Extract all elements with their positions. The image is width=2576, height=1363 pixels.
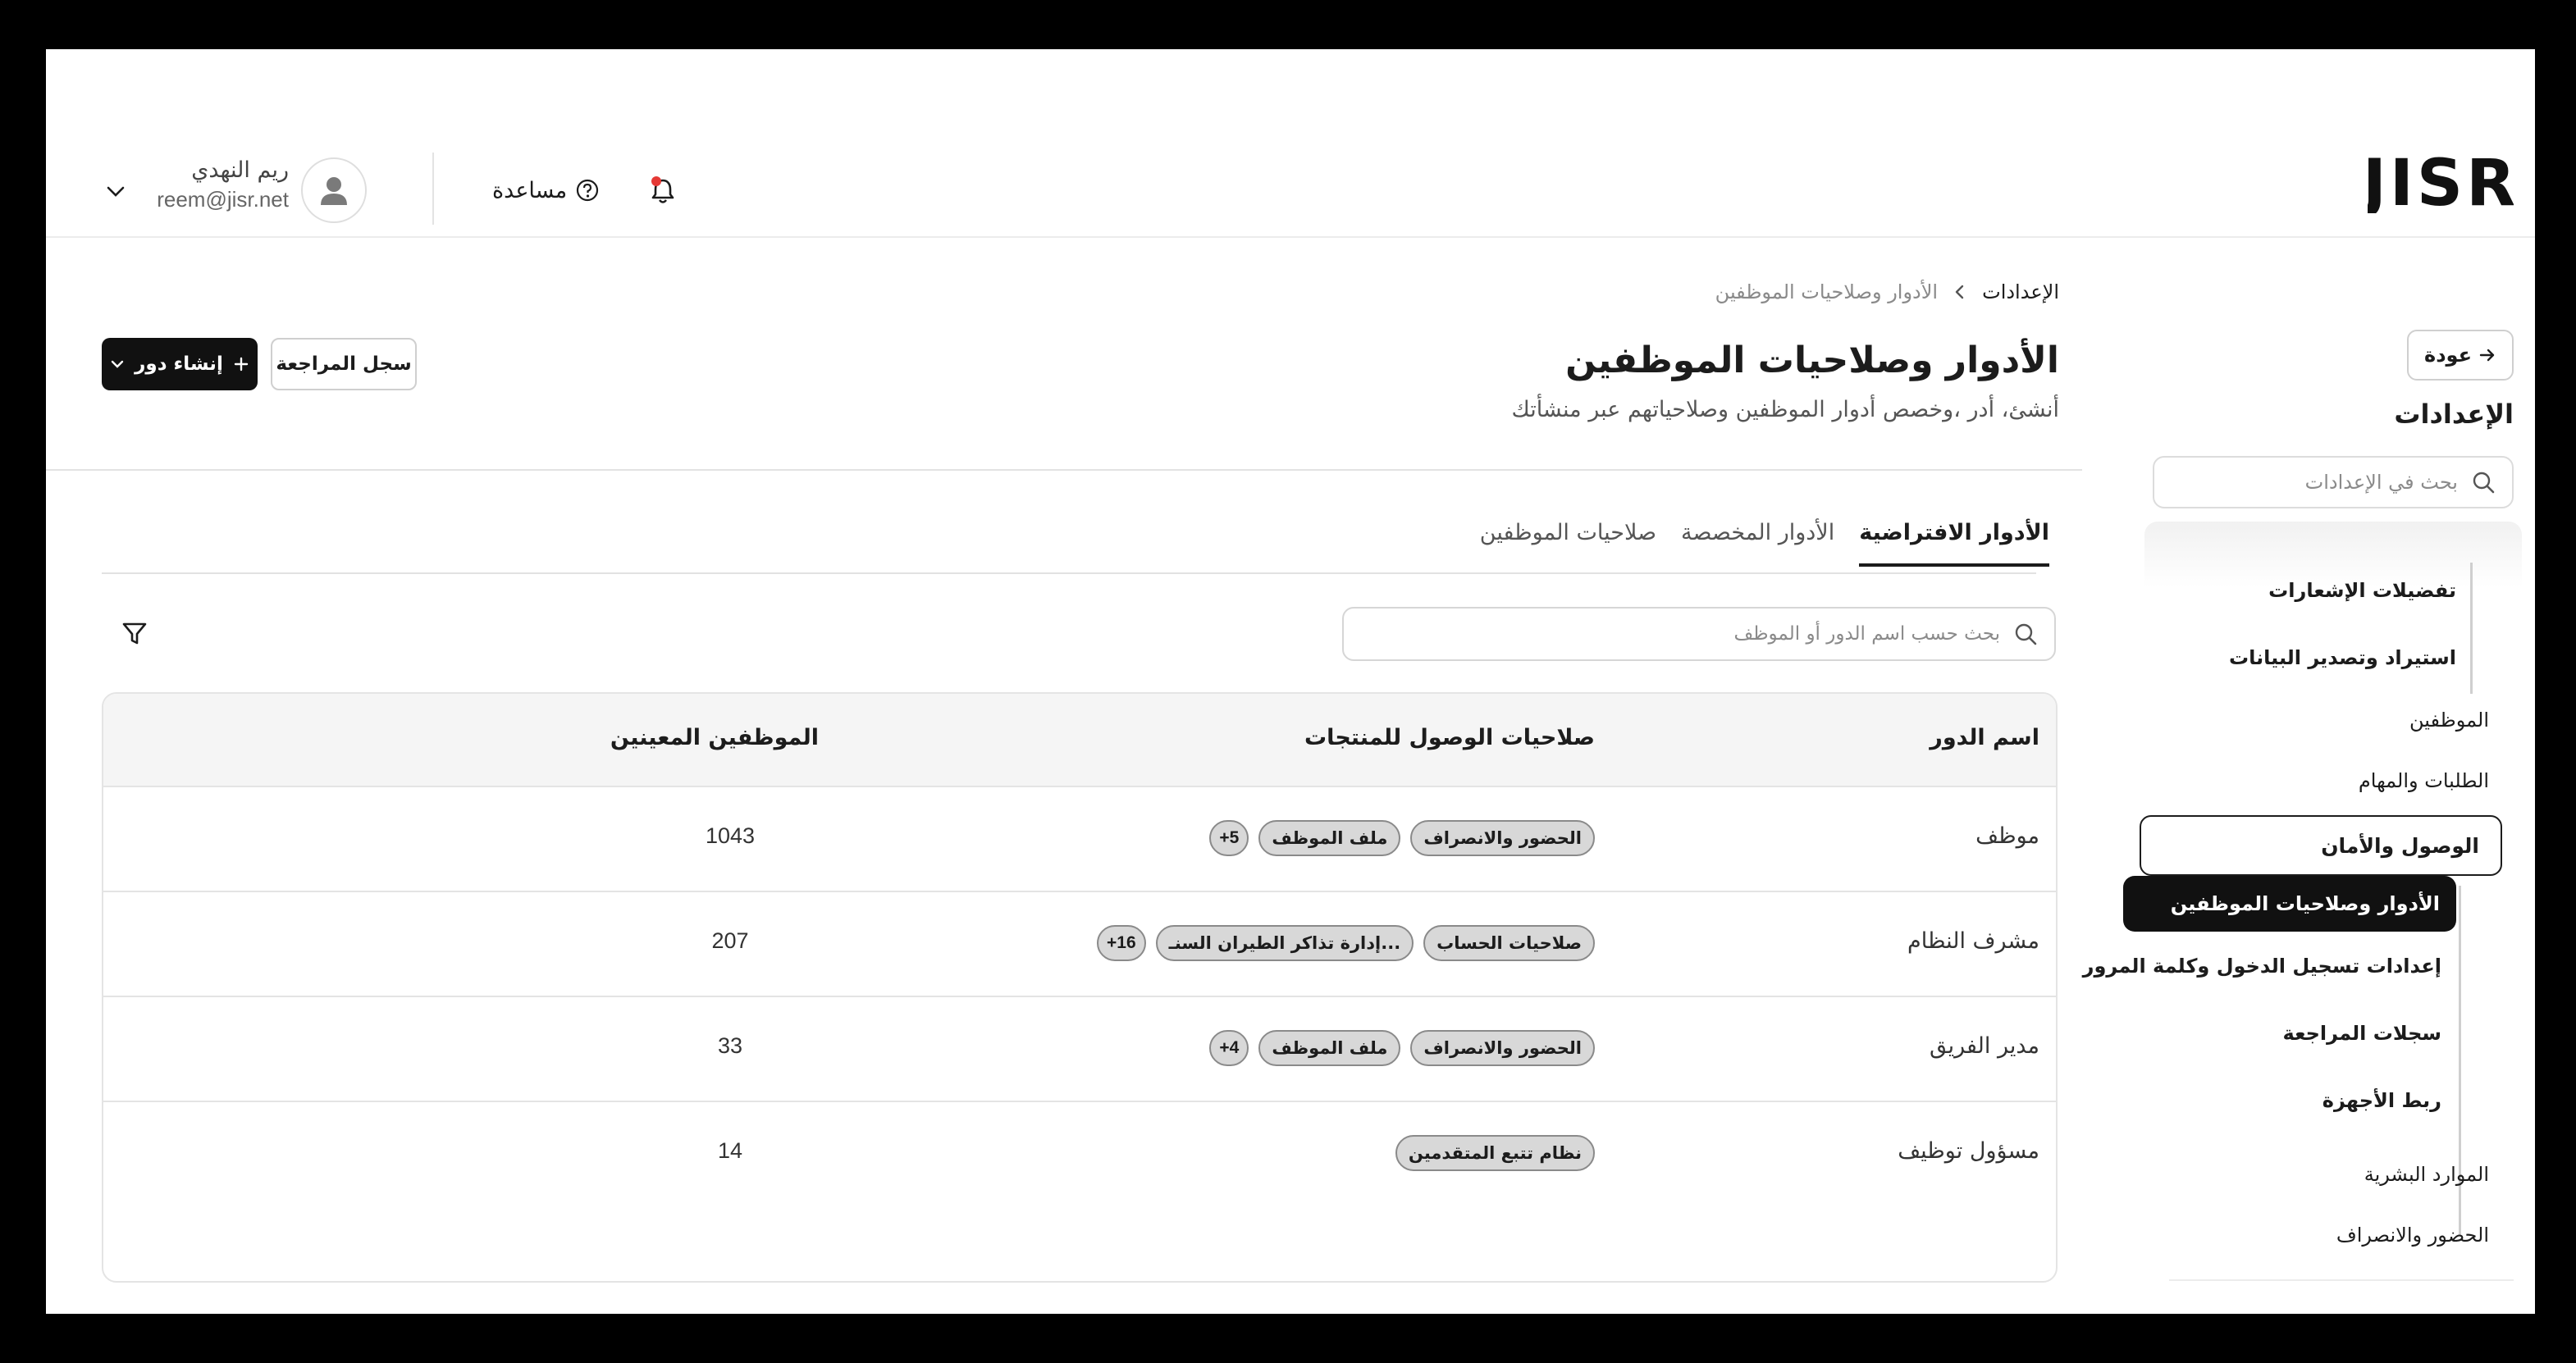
page-subtitle: أنشئ، أدر ،وخصص أدوار الموظفين وصلاحياته… <box>1511 397 2059 422</box>
role-name: مشرف النظام <box>1907 928 2039 954</box>
role-search-placeholder: بحث حسب اسم الدور أو الموظف <box>1733 623 2000 645</box>
question-circle-icon <box>577 179 599 202</box>
breadcrumb: الإعدادات الأدوار وصلاحيات الموظفين <box>1715 280 2059 303</box>
table-row[interactable]: مدير الفريق الحضور والانصراف ملف الموظف … <box>103 996 2056 1101</box>
filter-icon[interactable] <box>120 618 149 648</box>
access-badges: الحضور والانصراف ملف الموظف +4 <box>1209 1030 1595 1066</box>
header-product-access: صلاحيات الوصول للمنتجات <box>1304 725 1595 750</box>
plus-icon <box>234 357 249 372</box>
settings-search-input[interactable]: بحث في الإعدادات <box>2153 456 2514 508</box>
tab-employee-permissions[interactable]: صلاحيات الموظفين <box>1480 520 1656 567</box>
chevron-left-icon <box>1955 285 1964 299</box>
sidebar-item-access-security[interactable]: الوصول والأمان <box>2140 815 2502 876</box>
sidebar-item-device-linking[interactable]: ربط الأجهزة <box>2323 1089 2441 1112</box>
sidebar-item-audit-logs[interactable]: سجلات المراجعة <box>2283 1022 2441 1045</box>
assigned-count: 33 <box>717 1033 743 1058</box>
access-badges: صلاحيات الحساب إدارة تذاكر الطيران السنـ… <box>1097 925 1595 961</box>
top-header: JISR مساعدة ريم النهدي reem@jisr.net <box>46 49 2535 238</box>
table-header: اسم الدور صلاحيات الوصول للمنتجات الموظف… <box>103 694 2056 786</box>
role-name: موظف <box>1975 823 2039 849</box>
role-name: مدير الفريق <box>1930 1033 2039 1059</box>
jisr-logo: JISR <box>2368 153 2514 213</box>
role-name: مسؤول توظيف <box>1898 1138 2039 1164</box>
sidebar-title: الإعدادات <box>2394 399 2514 430</box>
assigned-count: 14 <box>717 1138 743 1163</box>
sidebar-item-notification-preferences[interactable]: تفضيلات الإشعارات <box>2268 579 2456 602</box>
user-name: ريم النهدي <box>191 157 289 183</box>
user-icon <box>321 177 347 205</box>
search-icon <box>2473 472 2495 494</box>
access-badge: ملف الموظف <box>1258 1030 1401 1066</box>
sidebar-item-employees[interactable]: الموظفين <box>2409 709 2489 732</box>
roles-tabs: الأدوار الافتراضية الأدوار المخصصة صلاحي… <box>1480 520 2049 567</box>
help-label: مساعدة <box>492 177 568 203</box>
roles-table: اسم الدور صلاحيات الوصول للمنتجات الموظف… <box>102 692 2058 1283</box>
assigned-count: 1043 <box>705 823 756 848</box>
sidebar-item-access-security-label: الوصول والأمان <box>2321 833 2479 858</box>
user-email: reem@jisr.net <box>157 187 289 212</box>
notifications-bell-icon[interactable] <box>645 172 681 208</box>
create-role-button[interactable]: إنشاء دور <box>102 338 258 390</box>
access-badge: نظام تتبع المتقدمين <box>1395 1135 1595 1171</box>
tab-default-roles[interactable]: الأدوار الافتراضية <box>1859 520 2049 567</box>
help-button[interactable]: مساعدة <box>492 172 600 208</box>
main-divider <box>46 469 2082 471</box>
access-badges: الحضور والانصراف ملف الموظف +5 <box>1209 820 1595 856</box>
sidebar-item-attendance[interactable]: الحضور والانصراف <box>2336 1224 2489 1247</box>
access-badge: الحضور والانصراف <box>1410 1030 1595 1066</box>
chevron-down-icon[interactable] <box>103 179 128 203</box>
more-badge[interactable]: +4 <box>1209 1030 1249 1066</box>
avatar[interactable] <box>301 157 367 223</box>
sidebar-item-login-settings[interactable]: إعدادات تسجيل الدخول وكلمة المرور <box>2083 955 2441 978</box>
user-info[interactable]: ريم النهدي reem@jisr.net <box>144 156 289 213</box>
table-row[interactable]: موظف الحضور والانصراف ملف الموظف +5 1043 <box>103 786 2056 891</box>
settings-search-placeholder: بحث في الإعدادات <box>2304 471 2458 494</box>
sidebar-scroll-fade <box>2144 522 2522 587</box>
header-assigned-employees: الموظفين المعينين <box>610 725 819 750</box>
search-icon <box>2015 623 2037 645</box>
app-window: JISR مساعدة ريم النهدي reem@jisr.net عود… <box>46 49 2535 1314</box>
sidebar-divider <box>2169 1279 2514 1281</box>
arrow-right-icon <box>2479 349 2495 362</box>
notification-dot-icon <box>651 176 661 186</box>
sidebar-item-roles-permissions[interactable]: الأدوار وصلاحيات الموظفين <box>2123 876 2456 932</box>
access-badge: صلاحيات الحساب <box>1423 925 1595 961</box>
create-role-label: إنشاء دور <box>135 353 223 375</box>
access-badge: إدارة تذاكر الطيران السنـ... <box>1155 925 1414 961</box>
logo-text: JISR <box>2368 153 2514 213</box>
table-row[interactable]: مسؤول توظيف نظام تتبع المتقدمين 14 <box>103 1101 2056 1206</box>
sidebar-item-requests-tasks[interactable]: الطلبات والمهام <box>2359 769 2489 792</box>
sidebar-tree-line <box>2470 563 2473 694</box>
back-button[interactable]: عودة <box>2407 330 2514 381</box>
sidebar-item-roles-permissions-label: الأدوار وصلاحيات الموظفين <box>2170 892 2440 915</box>
header-divider <box>432 153 434 225</box>
access-badge: ملف الموظف <box>1258 820 1401 856</box>
sidebar-item-hr[interactable]: الموارد البشرية <box>2364 1163 2489 1186</box>
tab-custom-roles[interactable]: الأدوار المخصصة <box>1681 520 1834 567</box>
table-row[interactable]: مشرف النظام صلاحيات الحساب إدارة تذاكر ا… <box>103 891 2056 996</box>
chevron-down-icon <box>111 360 124 368</box>
page-title: الأدوار وصلاحيات الموظفين <box>1565 340 2059 381</box>
breadcrumb-current: الأدوار وصلاحيات الموظفين <box>1715 280 1939 303</box>
header-role-name: اسم الدور <box>1930 725 2039 750</box>
back-label: عودة <box>2424 344 2472 367</box>
more-badge[interactable]: +5 <box>1209 820 1249 856</box>
audit-log-label: سجل المراجعة <box>276 353 412 375</box>
access-badge: الحضور والانصراف <box>1410 820 1595 856</box>
breadcrumb-root[interactable]: الإعدادات <box>1982 280 2059 303</box>
role-search-input[interactable]: بحث حسب اسم الدور أو الموظف <box>1342 607 2056 661</box>
settings-sidebar: عودة الإعدادات بحث في الإعدادات تفضيلات … <box>2082 239 2535 1281</box>
access-badges: نظام تتبع المتقدمين <box>1395 1135 1595 1171</box>
assigned-count: 207 <box>711 928 749 953</box>
tabs-underline <box>102 572 2036 574</box>
audit-log-button[interactable]: سجل المراجعة <box>271 338 417 390</box>
sidebar-item-import-export[interactable]: استيراد وتصدير البيانات <box>2229 646 2456 669</box>
more-badge[interactable]: +16 <box>1097 925 1146 961</box>
